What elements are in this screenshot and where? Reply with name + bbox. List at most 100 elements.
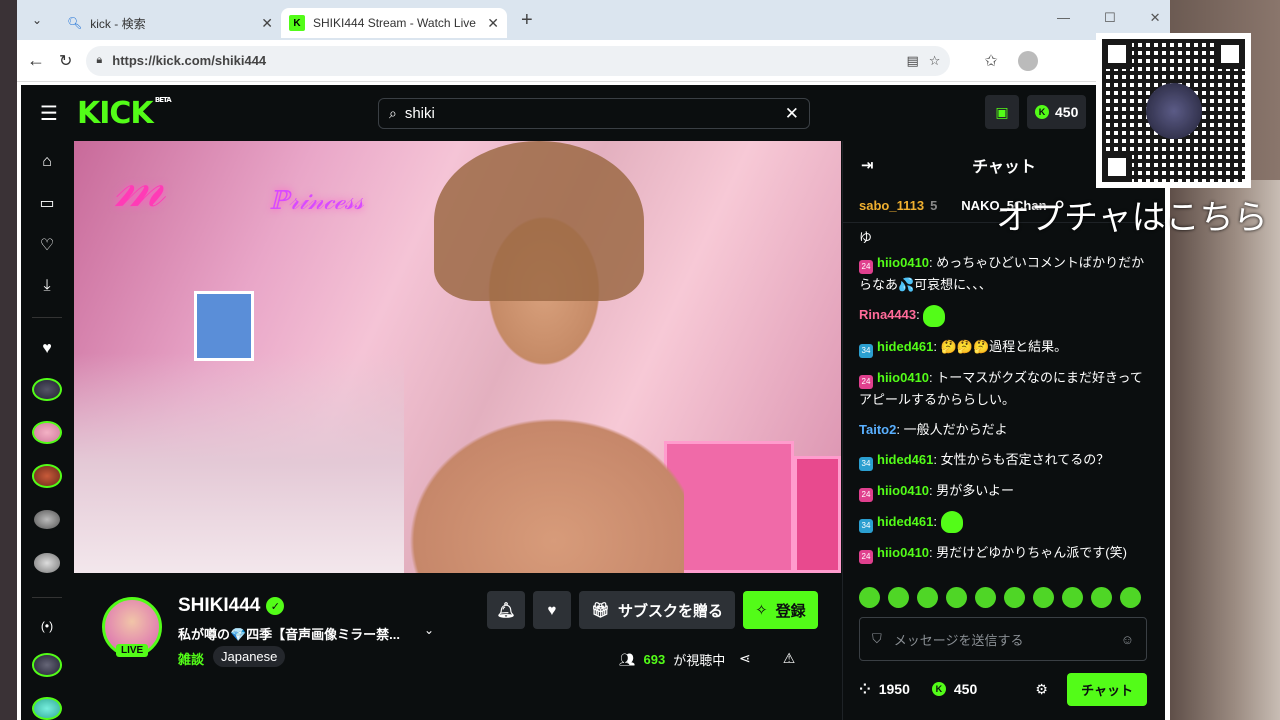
video-player[interactable]: 𝓂 ℙ𝓇𝒾𝓃𝒸ℯ𝓈𝓈: [74, 141, 841, 573]
favorite-star-icon[interactable]: ☆: [929, 53, 941, 69]
emote-icon[interactable]: [1120, 587, 1141, 608]
favorite-button[interactable]: ♥: [533, 591, 571, 629]
back-icon[interactable]: ←: [27, 50, 45, 71]
kicks-balance-button[interactable]: K 450: [1027, 95, 1087, 129]
recommended-channel-avatar[interactable]: [32, 653, 62, 677]
viewers-icon: 👥︎: [619, 651, 636, 667]
emote-icon[interactable]: [975, 587, 996, 608]
chat-username[interactable]: hided461: [877, 339, 933, 354]
search-input[interactable]: [404, 105, 777, 122]
chat-username[interactable]: hided461: [877, 514, 933, 529]
points-icon: ⁘: [859, 680, 871, 697]
language-tag[interactable]: Japanese: [213, 646, 286, 667]
reader-icon[interactable]: ▤: [906, 53, 918, 69]
sub-badge-icon: 24: [859, 550, 873, 565]
chat-footer: ⁘ 1950 K 450 ⚙ チャット: [859, 672, 1147, 706]
send-chat-button[interactable]: チャット: [1067, 672, 1147, 706]
kick-coin-icon: K: [1035, 105, 1049, 119]
kick-logo[interactable]: KICK BETA: [77, 96, 172, 131]
emote-icon[interactable]: [1033, 587, 1054, 608]
new-tab-icon[interactable]: +: [521, 9, 533, 32]
followed-channel-avatar[interactable]: [32, 377, 62, 402]
maximize-icon[interactable]: ☐: [1104, 10, 1116, 26]
follow-button[interactable]: ✧ 登録: [743, 591, 818, 629]
sub-badge-icon: 34: [859, 343, 873, 358]
viewer-suffix: が視聴中: [673, 653, 726, 668]
window-controls: — ☐ ✕: [1057, 10, 1161, 26]
chat-username[interactable]: hiio0410: [877, 370, 929, 385]
chat-text: 男だけどゆかりちゃん派です(笑): [936, 545, 1127, 561]
tab-actions-icon[interactable]: ⌄: [23, 6, 51, 34]
emote-icon[interactable]: [859, 587, 880, 608]
channel-name[interactable]: SHIKI444: [178, 595, 260, 617]
close-tab-icon[interactable]: ✕: [261, 15, 273, 32]
notification-bell-button[interactable]: 🔔︎: [487, 591, 525, 629]
sub-badge-icon: 24: [859, 487, 873, 502]
channel-info: LIVE SHIKI444 ✓ 私が噂の💎四季【音声画像ミラー禁... ⌄ 雑談…: [74, 573, 841, 720]
lock-icon: 🔒︎: [96, 54, 103, 66]
top-nav: ☰ KICKBETA ⌕ ✕ ▣ K 450: [21, 85, 1165, 141]
reload-icon[interactable]: ↻: [59, 51, 72, 71]
recommended-channel-avatar[interactable]: [32, 696, 62, 720]
tab-shiki-stream[interactable]: K SHIKI444 Stream - Watch Live on K ✕: [281, 8, 507, 38]
tab-title: SHIKI444 Stream - Watch Live on K: [313, 16, 479, 30]
chat-message: 24 hiio0410: 男だけどゆかりちゃん派です(笑): [859, 542, 1151, 565]
verified-icon: ✓: [266, 597, 285, 615]
viewer-count: 👥︎ 693 が視聴中: [619, 650, 725, 669]
emote-icon[interactable]: [888, 587, 909, 608]
shield-icon: ⛉: [872, 631, 882, 646]
chat-input-box[interactable]: ⛉ メッセージを送信する ☺: [859, 617, 1147, 661]
channel-name-row: SHIKI444 ✓: [178, 595, 285, 617]
chat-text: 🤔🤔🤔過程と結果。: [940, 338, 1068, 354]
followed-channel-avatar[interactable]: [32, 507, 62, 532]
minimize-icon[interactable]: —: [1057, 10, 1070, 26]
gift-sub-button[interactable]: 🎁︎ サブスクを贈る: [579, 591, 736, 629]
background-wall: [1165, 180, 1280, 720]
emote-icon[interactable]: [1004, 587, 1025, 608]
tab-bar: ⌄ 🔍︎ kick - 検索 ✕ K SHIKI444 Stream - Wat…: [17, 0, 1170, 40]
emote-icon[interactable]: [946, 587, 967, 608]
chat-username[interactable]: hiio0410: [877, 255, 929, 270]
emote-icon[interactable]: [1091, 587, 1112, 608]
chat-username[interactable]: hiio0410: [877, 483, 929, 498]
kick-app: ☰ KICKBETA ⌕ ✕ ▣ K 450 ⌂ ▭ ♡ ⤓ ♥: [21, 85, 1165, 720]
collapse-chat-icon[interactable]: ⇥: [861, 156, 874, 174]
category-link[interactable]: 雑談: [178, 649, 204, 668]
close-tab-icon[interactable]: ✕: [487, 15, 499, 32]
followed-channel-avatar[interactable]: [32, 464, 62, 488]
followed-channel-avatar[interactable]: [32, 421, 62, 445]
doll-shelf: [74, 353, 404, 573]
emote-icon[interactable]: [917, 587, 938, 608]
following-icon[interactable]: ♡: [40, 235, 54, 255]
chat-message: 24 hiio0410: めっちゃひどいコメントばかりだからなあ💦可哀想に、、、: [859, 255, 1145, 292]
chat-message: 34 hided461: 女性からも否定されてるの？: [859, 449, 1151, 471]
browse-icon[interactable]: ▭: [39, 193, 54, 213]
emote-icon[interactable]: [1062, 587, 1083, 608]
followed-channel-avatar[interactable]: [32, 551, 62, 575]
bell-icon: 🔔︎: [496, 602, 516, 619]
downloads-icon[interactable]: ⤓: [43, 277, 50, 295]
chevron-down-icon[interactable]: ⌄: [424, 623, 434, 637]
share-icon[interactable]: ⋖: [739, 650, 751, 667]
chat-username[interactable]: Taito2: [859, 422, 896, 437]
chat-username[interactable]: Rina4443: [859, 307, 916, 322]
clear-search-icon[interactable]: ✕: [785, 104, 799, 124]
address-bar[interactable]: 🔒︎ https://kick.com/shiki444 ▤ ☆: [86, 45, 951, 76]
home-icon[interactable]: ⌂: [42, 153, 52, 171]
address-bar-row: ← ↻ 🔒︎ https://kick.com/shiki444 ▤ ☆ ✩: [17, 40, 1170, 82]
live-badge: LIVE: [116, 644, 149, 657]
tab-kick-search[interactable]: 🔍︎ kick - 検索 ✕: [59, 8, 281, 38]
menu-icon[interactable]: ☰: [21, 101, 77, 126]
store-icon[interactable]: ▣: [985, 95, 1019, 129]
favorites-icon[interactable]: ✩: [984, 51, 997, 71]
report-icon[interactable]: ⚠︎: [783, 650, 796, 667]
chat-username[interactable]: hiio0410: [877, 545, 929, 560]
chat-username[interactable]: hided461: [877, 452, 933, 467]
settings-icon[interactable]: ⚙: [1035, 681, 1048, 698]
close-window-icon[interactable]: ✕: [1150, 10, 1161, 26]
profile-avatar[interactable]: [1017, 50, 1038, 71]
chat-input-placeholder: メッセージを送信する: [893, 632, 1024, 648]
follow-label: 登録: [775, 602, 806, 620]
emoji-icon[interactable]: ☺: [1121, 632, 1134, 647]
pinned-user[interactable]: sabo_1113: [859, 198, 924, 213]
